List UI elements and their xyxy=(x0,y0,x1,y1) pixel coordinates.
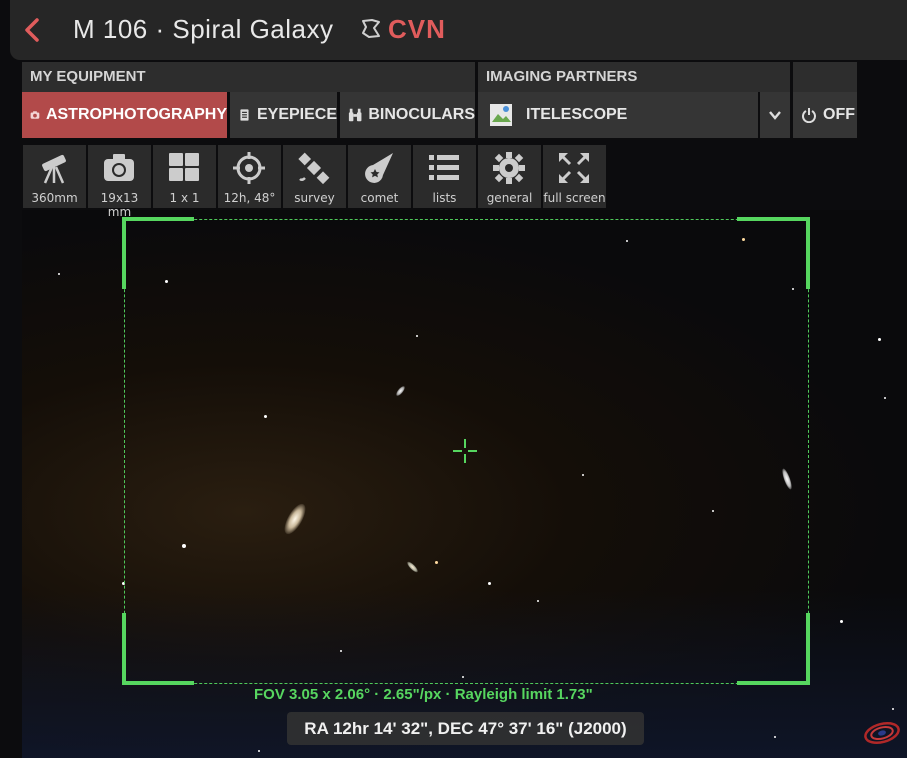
frame-corner xyxy=(806,217,810,289)
tool-label: 360mm xyxy=(31,191,78,205)
frame-corner xyxy=(122,613,126,685)
lists-button[interactable]: lists xyxy=(413,145,476,208)
sky-view[interactable] xyxy=(22,210,907,758)
star xyxy=(884,397,886,399)
focal-length-button[interactable]: 360mm xyxy=(23,145,86,208)
power-heading-spacer xyxy=(793,62,857,92)
survey-button[interactable]: survey xyxy=(283,145,346,208)
partner-dropdown-button[interactable] xyxy=(760,92,790,138)
position-button[interactable]: 12h, 48° xyxy=(218,145,281,208)
tool-label: general xyxy=(486,191,533,205)
comet-button[interactable]: comet xyxy=(348,145,411,208)
telescope-icon xyxy=(42,154,66,184)
tool-label: 19x13 mm xyxy=(100,191,139,219)
power-icon xyxy=(802,108,816,123)
constellation-label[interactable]: CVN xyxy=(388,14,446,45)
tool-label: 12h, 48° xyxy=(223,191,276,205)
camera-icon xyxy=(30,111,40,119)
eyepiece-icon xyxy=(240,109,249,121)
constellation-icon xyxy=(362,19,380,38)
frame-corner xyxy=(737,681,809,685)
chevron-left-icon[interactable] xyxy=(22,17,44,43)
frame-corner xyxy=(806,613,810,685)
title-bar: M 106 · Spiral Galaxy CVN xyxy=(10,0,907,60)
tool-label: lists xyxy=(432,191,457,205)
tool-label: survey xyxy=(294,191,335,205)
general-settings-button[interactable]: general xyxy=(478,145,541,208)
frame-corner xyxy=(737,217,809,221)
gear-icon xyxy=(493,152,525,184)
off-button[interactable]: OFF xyxy=(793,92,857,138)
camera-icon xyxy=(104,154,134,181)
star xyxy=(774,736,776,738)
tool-label: full screen xyxy=(543,191,606,205)
tab-label: BINOCULARS xyxy=(368,106,475,123)
grid-icon xyxy=(169,153,199,181)
frame-corner xyxy=(122,217,126,289)
fov-info: FOV 3.05 x 2.06° · 2.65"/px · Rayleigh l… xyxy=(254,686,593,703)
tab-binoculars[interactable]: BINOCULARS xyxy=(340,92,475,138)
star xyxy=(258,750,260,752)
fullscreen-icon xyxy=(559,153,589,183)
partner-label: ITELESCOPE xyxy=(526,106,628,123)
tool-label: 1 x 1 xyxy=(169,191,200,205)
star xyxy=(58,273,60,275)
fullscreen-button[interactable]: full screen xyxy=(543,145,606,208)
off-label: OFF xyxy=(823,106,855,123)
tab-astrophotography[interactable]: ASTROPHOTOGRAPHY xyxy=(22,92,227,138)
broken-image-icon xyxy=(490,104,512,126)
binoculars-icon xyxy=(348,108,362,122)
star xyxy=(892,708,894,710)
tab-label: ASTROPHOTOGRAPHY xyxy=(45,106,227,123)
tab-eyepiece[interactable]: EYEPIECE xyxy=(230,92,337,138)
crosshair-icon xyxy=(233,152,265,184)
page-title: M 106 · Spiral Galaxy xyxy=(73,14,334,44)
satellite-icon xyxy=(298,152,330,185)
star xyxy=(840,620,843,623)
sensor-button[interactable]: 19x13 mm xyxy=(88,145,151,219)
tab-label: EYEPIECE xyxy=(256,106,337,123)
tool-label: comet xyxy=(360,191,399,205)
imaging-partners-heading: IMAGING PARTNERS xyxy=(478,62,790,92)
list-icon xyxy=(429,155,459,180)
mosaic-button[interactable]: 1 x 1 xyxy=(153,145,216,208)
comet-icon xyxy=(365,153,393,183)
crosshair-icon xyxy=(453,439,477,463)
frame-corner xyxy=(122,681,194,685)
partner-select[interactable]: ITELESCOPE xyxy=(478,92,758,138)
star xyxy=(878,338,881,341)
chevron-down-icon xyxy=(769,111,781,120)
coordinates-readout[interactable]: RA 12hr 14' 32", DEC 47° 37' 16" (J2000) xyxy=(287,712,644,745)
galaxy-logo-icon xyxy=(864,722,900,744)
my-equipment-heading: MY EQUIPMENT xyxy=(22,62,475,92)
